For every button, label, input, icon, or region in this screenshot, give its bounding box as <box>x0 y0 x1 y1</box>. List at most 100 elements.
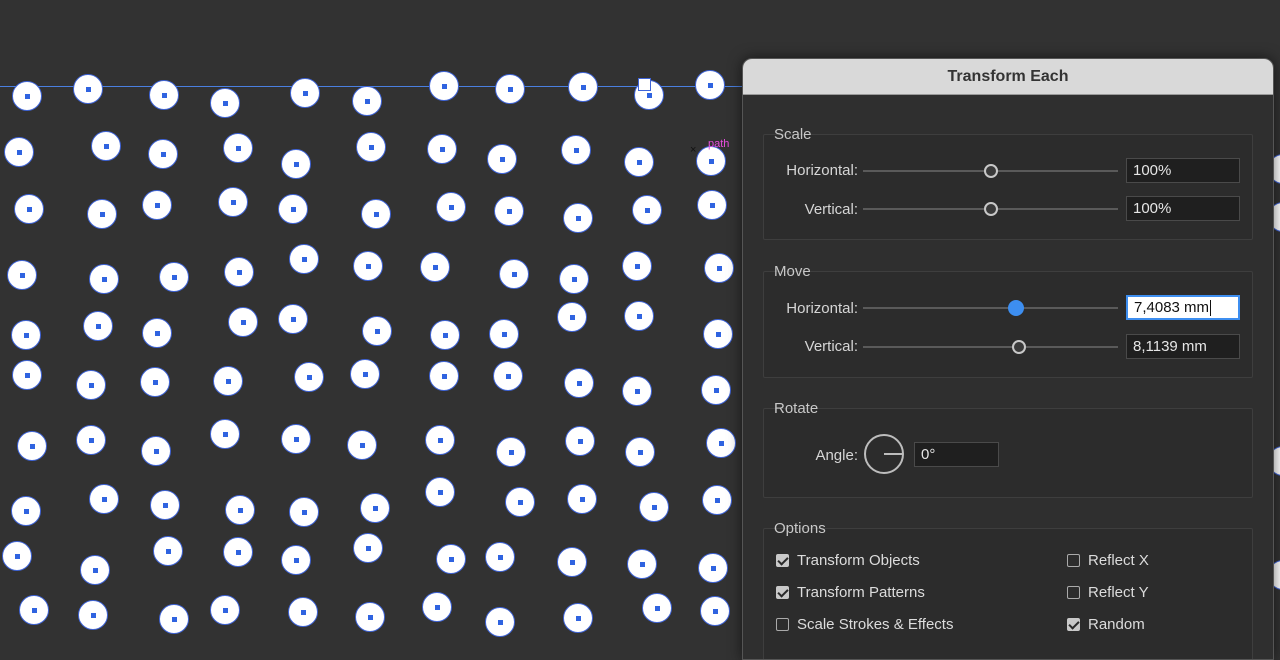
circle-object[interactable] <box>159 604 189 634</box>
circle-object[interactable] <box>436 192 466 222</box>
circle-object[interactable] <box>564 368 594 398</box>
circle-object[interactable] <box>565 426 595 456</box>
circle-object[interactable] <box>210 419 240 449</box>
circle-object[interactable] <box>76 425 106 455</box>
circle-object[interactable] <box>420 252 450 282</box>
circle-object[interactable] <box>73 74 103 104</box>
circle-object[interactable] <box>224 257 254 287</box>
scale-horizontal-slider-knob[interactable] <box>983 164 998 178</box>
reflect-x-checkbox[interactable]: Reflect X <box>1067 552 1149 569</box>
circle-object[interactable] <box>213 366 243 396</box>
circle-object[interactable] <box>153 536 183 566</box>
reflect-x-box[interactable] <box>1067 554 1080 567</box>
circle-object[interactable] <box>701 375 731 405</box>
circle-object[interactable] <box>14 194 44 224</box>
circle-object[interactable] <box>281 424 311 454</box>
circle-object[interactable] <box>87 199 117 229</box>
circle-object[interactable] <box>563 203 593 233</box>
circle-object[interactable] <box>80 555 110 585</box>
circle-object[interactable] <box>223 537 253 567</box>
circle-object[interactable] <box>89 484 119 514</box>
circle-object[interactable] <box>494 196 524 226</box>
dialog-title[interactable]: Transform Each <box>743 59 1273 95</box>
circle-object[interactable] <box>11 320 41 350</box>
move-horizontal-slider-knob[interactable] <box>1008 300 1024 316</box>
circle-object[interactable] <box>493 361 523 391</box>
circle-object[interactable] <box>355 602 385 632</box>
circle-object[interactable] <box>289 497 319 527</box>
circle-object[interactable] <box>288 597 318 627</box>
circle-object[interactable] <box>706 428 736 458</box>
circle-object[interactable] <box>505 487 535 517</box>
circle-object[interactable] <box>489 319 519 349</box>
move-vertical-slider-knob[interactable] <box>1011 340 1026 354</box>
transform-objects-checkbox[interactable]: Transform Objects <box>776 552 920 569</box>
circle-object[interactable] <box>148 139 178 169</box>
circle-object[interactable] <box>485 542 515 572</box>
circle-object[interactable] <box>353 251 383 281</box>
rotate-angle-field[interactable]: 0° <box>914 442 999 467</box>
transform-patterns-box[interactable] <box>776 586 789 599</box>
circle-object[interactable] <box>429 361 459 391</box>
circle-object[interactable] <box>427 134 457 164</box>
circle-object[interactable] <box>559 264 589 294</box>
circle-object[interactable] <box>83 311 113 341</box>
circle-object[interactable] <box>140 367 170 397</box>
circle-object[interactable] <box>353 533 383 563</box>
circle-object[interactable] <box>289 244 319 274</box>
random-checkbox[interactable]: Random <box>1067 616 1145 633</box>
circle-object[interactable] <box>350 359 380 389</box>
circle-object[interactable] <box>225 495 255 525</box>
circle-object[interactable] <box>496 437 526 467</box>
circle-object[interactable] <box>142 190 172 220</box>
circle-object[interactable] <box>12 81 42 111</box>
circle-object[interactable] <box>430 320 460 350</box>
circle-object[interactable] <box>362 316 392 346</box>
circle-object[interactable] <box>695 70 725 100</box>
move-horizontal-field[interactable]: 7,4083 mm <box>1126 295 1240 320</box>
circle-object[interactable] <box>17 431 47 461</box>
move-vertical-slider[interactable] <box>863 346 1118 348</box>
circle-object[interactable] <box>557 547 587 577</box>
circle-object[interactable] <box>568 72 598 102</box>
circle-object[interactable] <box>91 131 121 161</box>
circle-object[interactable] <box>7 260 37 290</box>
circle-object[interactable] <box>210 595 240 625</box>
circle-object[interactable] <box>223 133 253 163</box>
circle-object[interactable] <box>698 553 728 583</box>
circle-object[interactable] <box>567 484 597 514</box>
circle-object[interactable] <box>294 362 324 392</box>
circle-object[interactable] <box>11 496 41 526</box>
circle-object[interactable] <box>624 301 654 331</box>
circle-object[interactable] <box>352 86 382 116</box>
circle-object[interactable] <box>495 74 525 104</box>
circle-object[interactable] <box>290 78 320 108</box>
circle-object[interactable] <box>642 593 672 623</box>
circle-object[interactable] <box>150 490 180 520</box>
circle-object[interactable] <box>499 259 529 289</box>
circle-object[interactable] <box>142 318 172 348</box>
reflect-y-checkbox[interactable]: Reflect Y <box>1067 584 1149 601</box>
circle-object[interactable] <box>700 596 730 626</box>
anchor-point-square[interactable] <box>638 78 651 91</box>
circle-object[interactable] <box>425 477 455 507</box>
circle-object[interactable] <box>281 545 311 575</box>
scale-strokes-checkbox[interactable]: Scale Strokes & Effects <box>776 616 953 633</box>
circle-object[interactable] <box>425 425 455 455</box>
circle-object[interactable] <box>429 71 459 101</box>
circle-object[interactable] <box>281 149 311 179</box>
circle-object[interactable] <box>347 430 377 460</box>
circle-object[interactable] <box>625 437 655 467</box>
scale-vertical-field[interactable]: 100% <box>1126 196 1240 221</box>
angle-dial-icon[interactable] <box>864 434 904 474</box>
reflect-y-box[interactable] <box>1067 586 1080 599</box>
transform-patterns-checkbox[interactable]: Transform Patterns <box>776 584 925 601</box>
circle-object[interactable] <box>487 144 517 174</box>
circle-object[interactable] <box>563 603 593 633</box>
circle-object[interactable] <box>703 319 733 349</box>
circle-object[interactable] <box>141 436 171 466</box>
circle-object[interactable] <box>622 376 652 406</box>
circle-object[interactable] <box>624 147 654 177</box>
circle-object[interactable] <box>278 194 308 224</box>
scale-strokes-box[interactable] <box>776 618 789 631</box>
